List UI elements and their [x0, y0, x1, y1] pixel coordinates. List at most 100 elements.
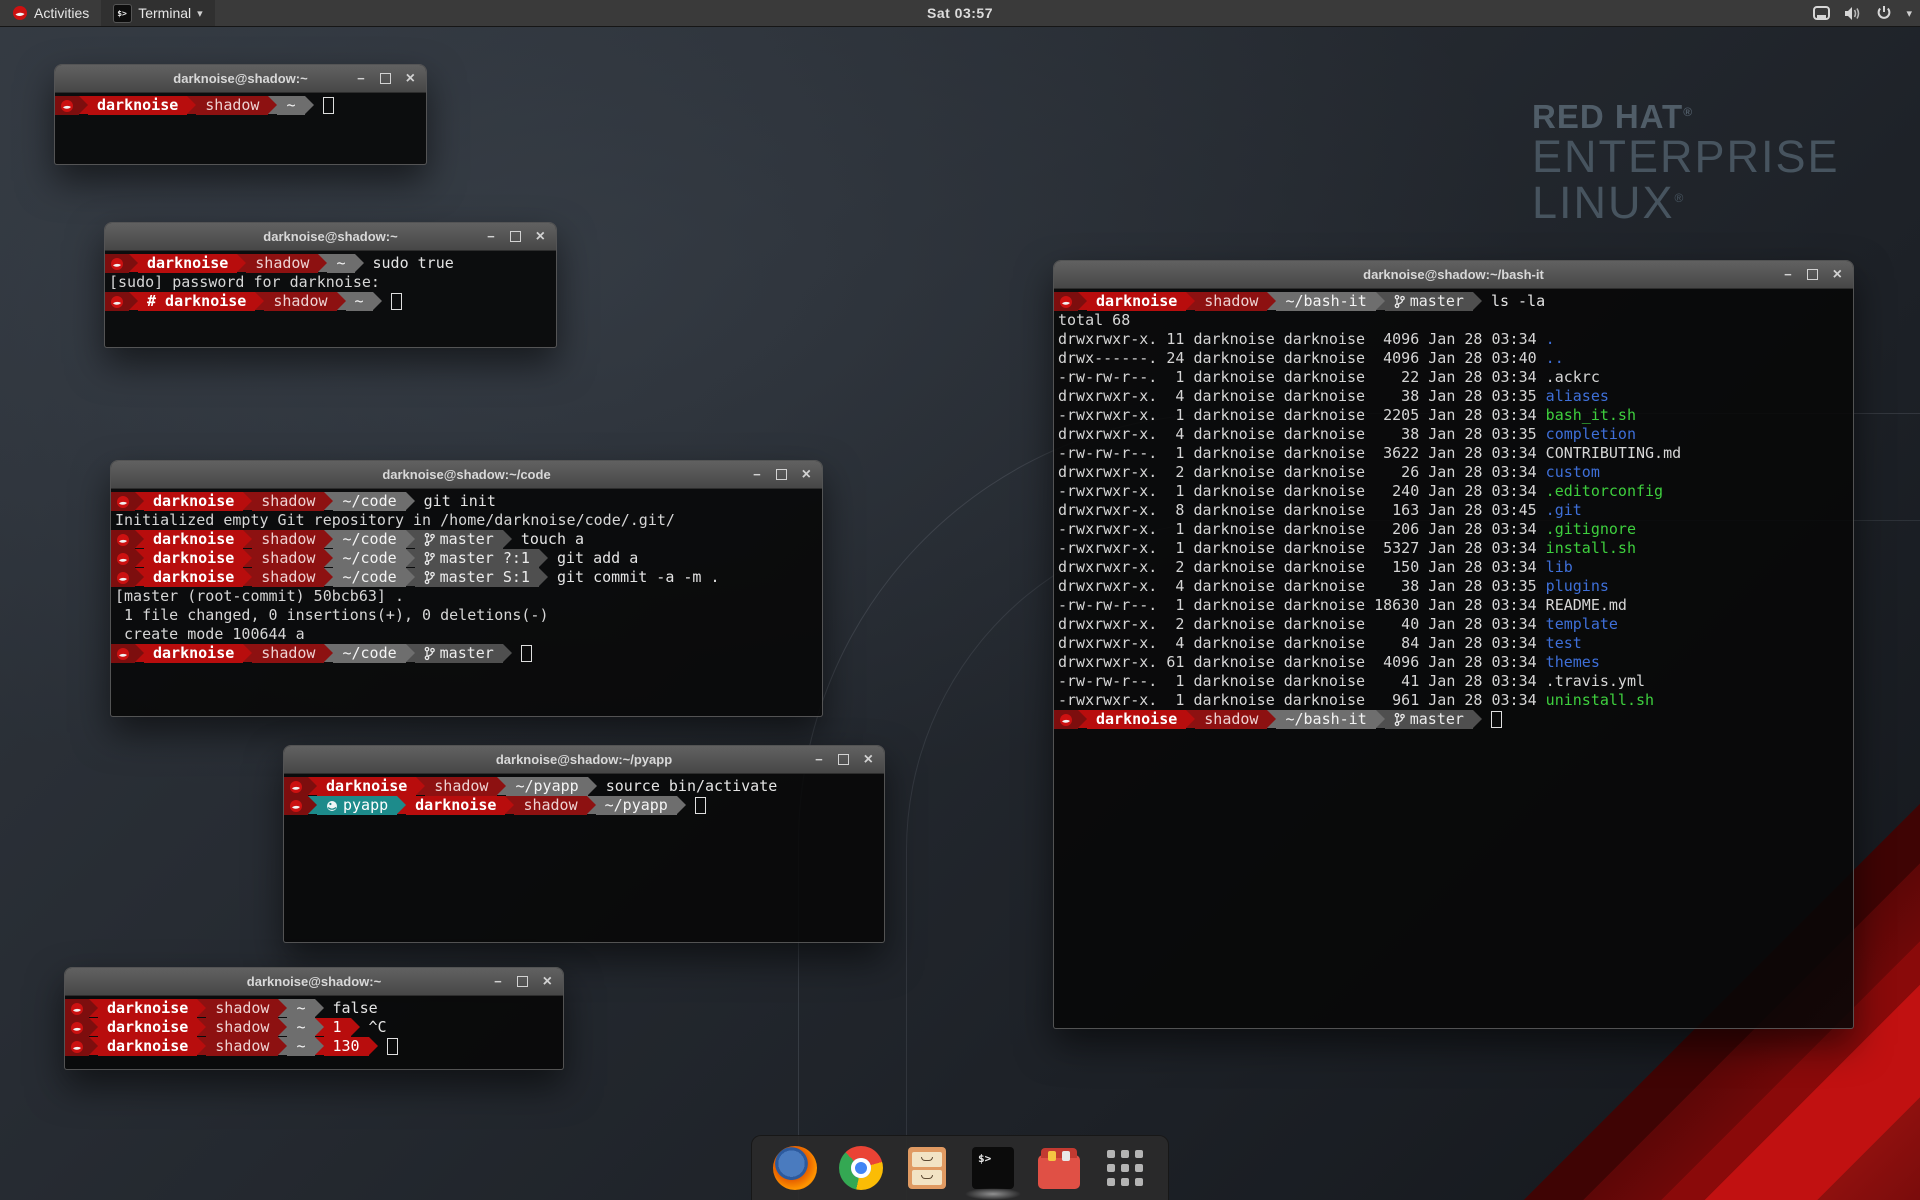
powerline-separator-icon [373, 292, 382, 310]
prompt-segment-path: ~ [327, 254, 354, 273]
prompt-segment-icon [1054, 292, 1078, 311]
ls-row: drwx------. 24 darknoise darknoise 4096 … [1054, 349, 1853, 368]
power-icon[interactable] [1876, 5, 1892, 21]
window-title: darknoise@shadow:~/pyapp [496, 752, 672, 767]
window-controls: −× [753, 461, 811, 488]
prompt-segment-host: shadow [252, 568, 324, 587]
terminal-screen[interactable]: darknoiseshadow~/pyappsource bin/activat… [284, 774, 884, 945]
powerline-separator-icon [89, 1018, 98, 1036]
close-button[interactable]: × [536, 229, 545, 245]
prompt-segment-git: master S:1 [415, 568, 539, 587]
prompt-segment-user: darknoise [1087, 710, 1186, 729]
redhat-prompt-icon [110, 257, 124, 271]
window-titlebar[interactable]: darknoise@shadow:~/pyapp − × [284, 746, 884, 774]
ls-row: -rw-rw-r--. 1 darknoise darknoise 22 Jan… [1054, 368, 1853, 387]
terminal-screen[interactable]: darknoiseshadow~falsedarknoiseshadow~1^C… [65, 996, 563, 1072]
dock-item-app-grid[interactable] [1102, 1145, 1148, 1191]
close-button[interactable]: × [802, 467, 811, 483]
terminal-window-exitcodes: darknoise@shadow:~−×darknoiseshadow~fals… [64, 967, 564, 1070]
powerline-separator-icon [278, 999, 287, 1017]
window-titlebar[interactable]: darknoise@shadow:~/bash-it−× [1054, 261, 1853, 289]
terminal-screen[interactable]: darknoiseshadow~ [55, 93, 426, 167]
close-button[interactable]: × [406, 71, 415, 87]
close-button[interactable]: × [543, 974, 552, 990]
redhat-prompt-icon [116, 647, 130, 661]
prompt-segment-user: darknoise [144, 568, 243, 587]
minimize-button[interactable]: − [1784, 268, 1792, 281]
terminal-screen[interactable]: darknoiseshadow~/bash-itmasterls -latota… [1054, 289, 1853, 1031]
minimize-button[interactable]: − [487, 230, 495, 243]
terminal-screen[interactable]: darknoiseshadow~sudo true[sudo] password… [105, 251, 556, 350]
app-menu-terminal[interactable]: $> Terminal ▾ [101, 0, 214, 26]
terminal-window-pyapp: darknoise@shadow:~/pyapp − × darknoiseshado… [283, 745, 885, 943]
redhat-prompt-icon [70, 1021, 84, 1035]
ls-filename: aliases [1546, 387, 1609, 406]
powerline-separator-icon [324, 549, 333, 567]
dock: $> [751, 1135, 1169, 1200]
close-button[interactable]: × [864, 752, 873, 768]
prompt-segment-host: shadow [264, 292, 336, 311]
display-icon[interactable] [1813, 6, 1830, 21]
powerline-separator-icon [197, 999, 206, 1017]
output-line: [master (root-commit) 50bcb63] . [111, 587, 822, 606]
redhat-prompt-icon [116, 552, 130, 566]
maximize-button[interactable] [510, 231, 521, 242]
window-titlebar[interactable]: darknoise@shadow:~−× [105, 223, 556, 251]
prompt-segment-user: darknoise [98, 1018, 197, 1037]
minimize-button[interactable]: − [815, 753, 823, 766]
ls-filename: uninstall.sh [1546, 691, 1654, 710]
powerline-separator-icon [1376, 292, 1385, 310]
ls-row: -rwxrwxr-x. 1 darknoise darknoise 206 Ja… [1054, 520, 1853, 539]
maximize-button[interactable] [838, 754, 849, 765]
window-titlebar[interactable]: darknoise@shadow:~/code−× [111, 461, 822, 489]
window-title: darknoise@shadow:~ [173, 71, 307, 86]
powerline-separator-icon [1186, 292, 1195, 310]
dock-item-terminal[interactable]: $> [970, 1145, 1016, 1191]
prompt-segment-icon [284, 777, 308, 796]
window-titlebar[interactable]: darknoise@shadow:~−× [65, 968, 563, 996]
powerline-separator-icon [1473, 710, 1482, 728]
prompt-segment-icon [111, 549, 135, 568]
maximize-button[interactable] [776, 469, 787, 480]
volume-icon[interactable] [1844, 6, 1862, 21]
terminal-app-icon: $> [113, 4, 132, 23]
prompt-segment-icon [65, 1037, 89, 1056]
powerline-separator-icon [315, 999, 324, 1017]
ls-row: -rw-rw-r--. 1 darknoise darknoise 41 Jan… [1054, 672, 1853, 691]
minimize-button[interactable]: − [357, 72, 365, 85]
activities-button[interactable]: Activities [0, 0, 101, 26]
window-controls: −× [357, 65, 415, 92]
ls-filename: .. [1546, 349, 1564, 368]
terminal-cursor [323, 97, 334, 114]
terminal-window-bash-it: darknoise@shadow:~/bash-it−×darknoisesha… [1053, 260, 1854, 1029]
dock-item-files[interactable] [904, 1145, 950, 1191]
maximize-button[interactable] [1807, 269, 1818, 280]
prompt-segment-host: shadow [252, 492, 324, 511]
close-button[interactable]: × [1833, 267, 1842, 283]
window-titlebar[interactable]: darknoise@shadow:~−× [55, 65, 426, 93]
git-branch-icon [424, 551, 435, 566]
dock-item-chrome[interactable] [838, 1145, 884, 1191]
minimize-button[interactable]: − [494, 975, 502, 988]
prompt-segment-path: ~/code [333, 492, 405, 511]
redhat-prompt-icon [289, 799, 303, 813]
dock-item-firefox[interactable] [772, 1145, 818, 1191]
files-drawer [912, 1170, 942, 1185]
prompt-segment-user: darknoise [406, 796, 505, 815]
maximize-button[interactable] [517, 976, 528, 987]
dock-item-toolbox[interactable] [1036, 1145, 1082, 1191]
chevron-down-icon[interactable]: ▾ [1906, 7, 1912, 20]
prompt-segment-exit: 1 [324, 1018, 351, 1037]
prompt-segment-path: ~/bash-it [1276, 710, 1375, 729]
minimize-button[interactable]: − [753, 468, 761, 481]
system-status-area[interactable]: ▾ [1813, 0, 1912, 26]
clock[interactable]: Sat 03:57 [927, 5, 993, 21]
powerline-separator-icon [397, 796, 406, 814]
maximize-button[interactable] [380, 73, 391, 84]
prompt-segment-user: darknoise [144, 530, 243, 549]
command-text: ls -la [1491, 292, 1545, 311]
powerline-separator-icon [406, 530, 415, 548]
chevron-down-icon: ▾ [197, 7, 203, 20]
terminal-screen[interactable]: darknoiseshadow~/codegit initInitialized… [111, 489, 822, 719]
powerline-separator-icon [135, 492, 144, 510]
